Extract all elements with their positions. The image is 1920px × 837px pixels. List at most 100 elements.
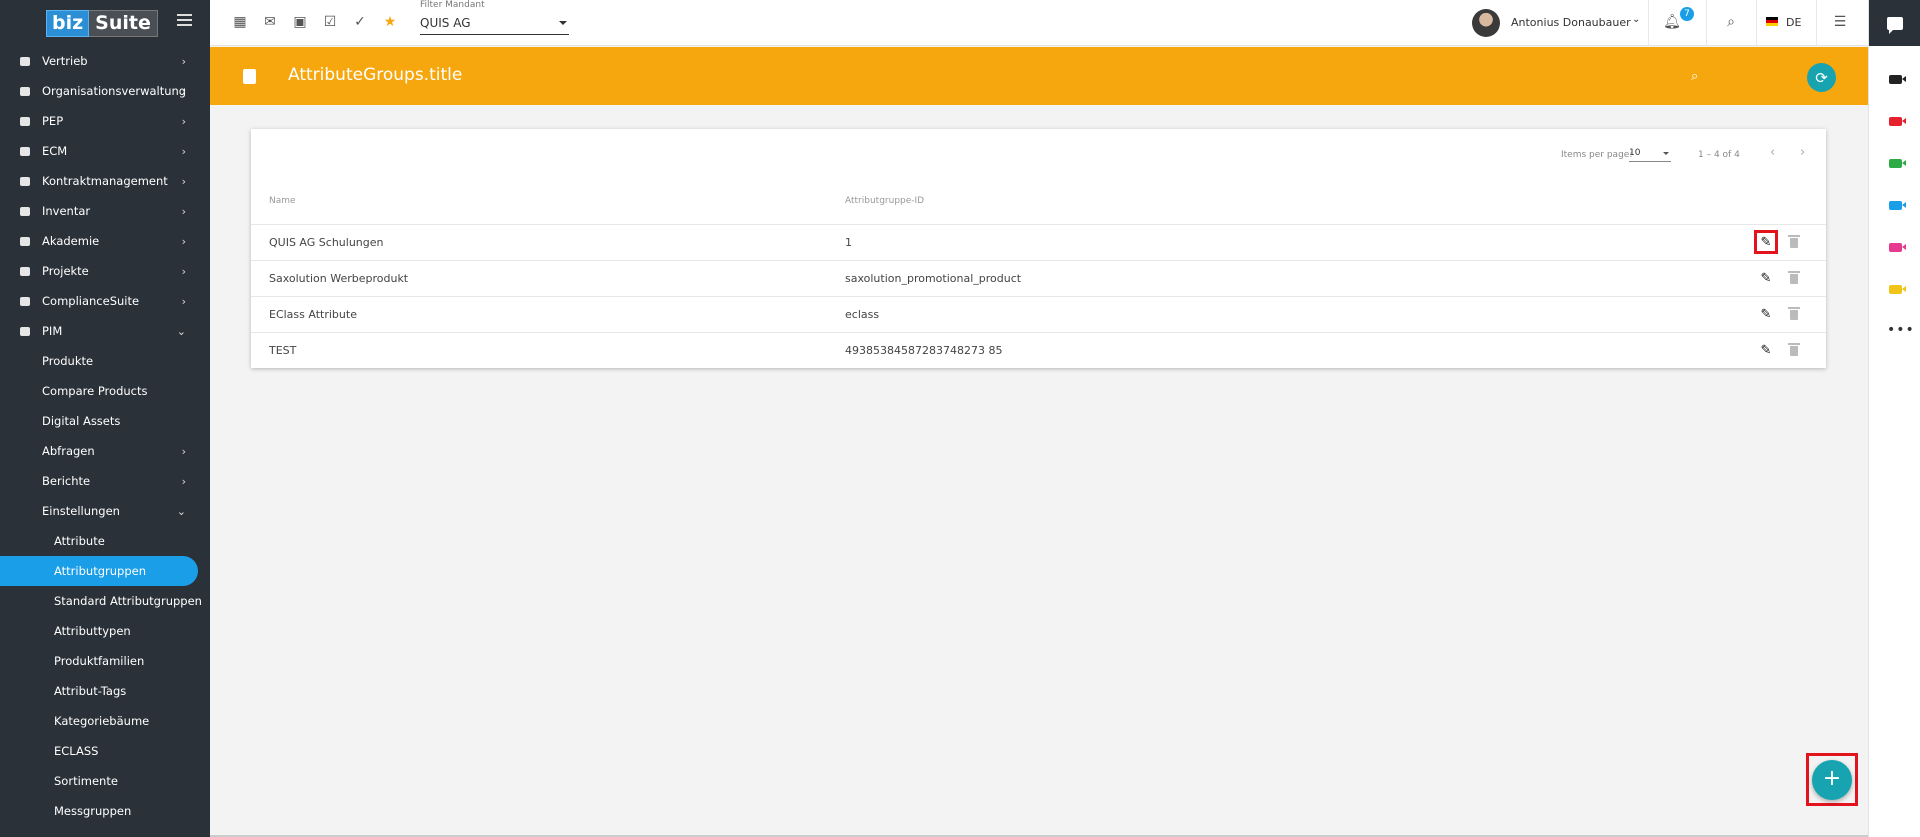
sidebar-item-akademie[interactable]: Akademie › [0, 226, 210, 256]
sidebar-item-standard-attributgruppen[interactable]: Standard Attributgruppen [0, 586, 210, 616]
module-icon [20, 326, 30, 336]
video-camera-icon[interactable] [1889, 117, 1906, 126]
cell-name: EClass Attribute [269, 308, 357, 321]
sidebar-item-label: Inventar [42, 204, 91, 218]
chevron-right-icon: › [181, 115, 186, 128]
edit-icon[interactable]: ✎ [1757, 305, 1775, 323]
video-camera-icon[interactable] [1889, 201, 1906, 210]
clipboard-icon [243, 69, 256, 84]
sidebar-item-abfragen[interactable]: Abfragen › [0, 436, 210, 466]
sidebar-item-eclass[interactable]: ECLASS [0, 736, 210, 766]
table-row[interactable]: Saxolution Werbeprodukt saxolution_promo… [251, 260, 1826, 296]
module-icon [20, 206, 30, 216]
sidebar-item-ecm[interactable]: ECM › [0, 136, 210, 166]
double-check-icon[interactable]: ✓ [352, 14, 368, 30]
language-selector[interactable]: DE [1786, 16, 1801, 29]
chevron-down-icon[interactable]: ⌄ [1632, 14, 1640, 25]
sidebar-item-label: Attributtypen [54, 624, 131, 638]
items-per-page-value: 10 [1629, 148, 1641, 158]
sidebar-item-attributtypen[interactable]: Attributtypen [0, 616, 210, 646]
sidebar-item-label: ECLASS [54, 744, 99, 758]
table-row[interactable]: QUIS AG Schulungen 1 ✎ [251, 224, 1826, 260]
star-icon[interactable]: ★ [382, 14, 398, 30]
user-name[interactable]: Antonius Donaubauer [1511, 16, 1631, 29]
video-camera-icon[interactable] [1889, 75, 1906, 84]
sidebar-item-label: PEP [42, 114, 64, 128]
avatar[interactable] [1472, 9, 1500, 37]
delete-icon[interactable] [1788, 235, 1800, 248]
dropdown-arrow-icon [559, 21, 567, 25]
delete-icon[interactable] [1788, 271, 1800, 284]
sidebar-item-produkte[interactable]: Produkte [0, 346, 210, 376]
divider [1706, 0, 1707, 46]
bell-icon[interactable]: 🔔︎ [1663, 14, 1681, 30]
add-button[interactable]: + [1812, 760, 1852, 800]
chevron-right-icon: › [181, 235, 186, 248]
german-flag-icon[interactable] [1766, 17, 1778, 26]
video-camera-icon[interactable] [1889, 243, 1906, 252]
sidebar-item-vertrieb[interactable]: Vertrieb › [0, 46, 210, 76]
sidebar-item-einstellungen[interactable]: Einstellungen ⌄ [0, 496, 210, 526]
sidebar-item-label: Vertrieb [42, 54, 88, 68]
delete-icon[interactable] [1788, 307, 1800, 320]
sidebar-item-inventar[interactable]: Inventar › [0, 196, 210, 226]
sidebar-item-berichte[interactable]: Berichte › [0, 466, 210, 496]
sidebar-item-label: Attribut-Tags [54, 684, 127, 698]
sidebar-item-compliancesuite[interactable]: ComplianceSuite › [0, 286, 210, 316]
items-per-page-label: Items per page: [1561, 150, 1633, 160]
menu-icon[interactable] [177, 14, 192, 27]
chevron-down-icon: ⌄ [176, 505, 186, 518]
sidebar-item-messgruppen[interactable]: Messgruppen [0, 796, 210, 826]
cell-id: 49385384587283748273 85 [845, 344, 1003, 357]
video-camera-icon[interactable] [1889, 159, 1906, 168]
sidebar-item-label: Organisationsverwaltung [42, 84, 187, 98]
items-per-page-select[interactable]: 10 [1629, 146, 1671, 162]
search-icon[interactable]: ⌕ [1723, 14, 1739, 30]
sidebar-item-attributgruppen[interactable]: Attributgruppen [0, 556, 198, 586]
refresh-button[interactable]: ⟳ [1807, 63, 1836, 92]
column-header-id[interactable]: Attributgruppe-ID [845, 196, 924, 206]
sidebar-item-projekte[interactable]: Projekte › [0, 256, 210, 286]
sidebar-item-attribute[interactable]: Attribute [0, 526, 210, 556]
sidebar-item-label: Digital Assets [42, 414, 121, 428]
sidebar-item-produktfamilien[interactable]: Produktfamilien [0, 646, 210, 676]
chat-button[interactable] [1869, 0, 1920, 46]
checkbox-icon[interactable]: ☑ [322, 14, 338, 30]
table-row[interactable]: TEST 49385384587283748273 85 ✎ [251, 332, 1826, 368]
sidebar-item-digital-assets[interactable]: Digital Assets [0, 406, 210, 436]
table-row[interactable]: EClass Attribute eclass ✎ [251, 296, 1826, 332]
edit-icon[interactable]: ✎ [1757, 341, 1775, 359]
edit-icon[interactable]: ✎ [1754, 230, 1778, 254]
cell-id: 1 [845, 236, 852, 249]
chevron-left-icon[interactable]: ‹ [1770, 145, 1775, 160]
sidebar-item-label: Produktfamilien [54, 654, 145, 668]
sidebar-item-pep[interactable]: PEP › [0, 106, 210, 136]
chevron-right-icon: › [181, 445, 186, 458]
sidebar-item-attribut-tags[interactable]: Attribut-Tags [0, 676, 210, 706]
sidebar-item-label: Produkte [42, 354, 94, 368]
pagination-range: 1 – 4 of 4 [1698, 150, 1740, 160]
sidebar-item-kategoriebäume[interactable]: Kategoriebäume [0, 706, 210, 736]
sidebar-item-sortimente[interactable]: Sortimente [0, 766, 210, 796]
video-camera-icon[interactable] [1889, 285, 1906, 294]
contact-icon[interactable]: ▣ [292, 14, 308, 30]
mandant-select[interactable]: QUIS AG [420, 13, 569, 35]
edit-icon[interactable]: ✎ [1757, 269, 1775, 287]
sidebar-item-organisationsverwaltung[interactable]: Organisationsverwaltung › [0, 76, 210, 106]
chevron-right-icon[interactable]: › [1800, 145, 1805, 160]
sidebar-item-compare-products[interactable]: Compare Products [0, 376, 210, 406]
chevron-right-icon: › [181, 85, 186, 98]
mail-icon[interactable]: ✉ [262, 14, 278, 30]
more-icon[interactable]: ••• [1887, 322, 1915, 338]
sidebar-item-pim[interactable]: PIM ⌄ [0, 316, 210, 346]
sidebar-item-kontraktmanagement[interactable]: Kontraktmanagement › [0, 166, 210, 196]
chevron-right-icon: › [181, 265, 186, 278]
app-logo[interactable]: biz Suite [0, 0, 210, 46]
right-rail: ••• [1868, 0, 1920, 837]
list-icon[interactable]: ☰ [1832, 14, 1848, 30]
column-header-name[interactable]: Name [269, 196, 296, 206]
search-icon[interactable]: ⌕ [1691, 69, 1698, 84]
module-icon [20, 176, 30, 186]
delete-icon[interactable] [1788, 343, 1800, 356]
calendar-icon[interactable]: ▦ [232, 14, 248, 30]
